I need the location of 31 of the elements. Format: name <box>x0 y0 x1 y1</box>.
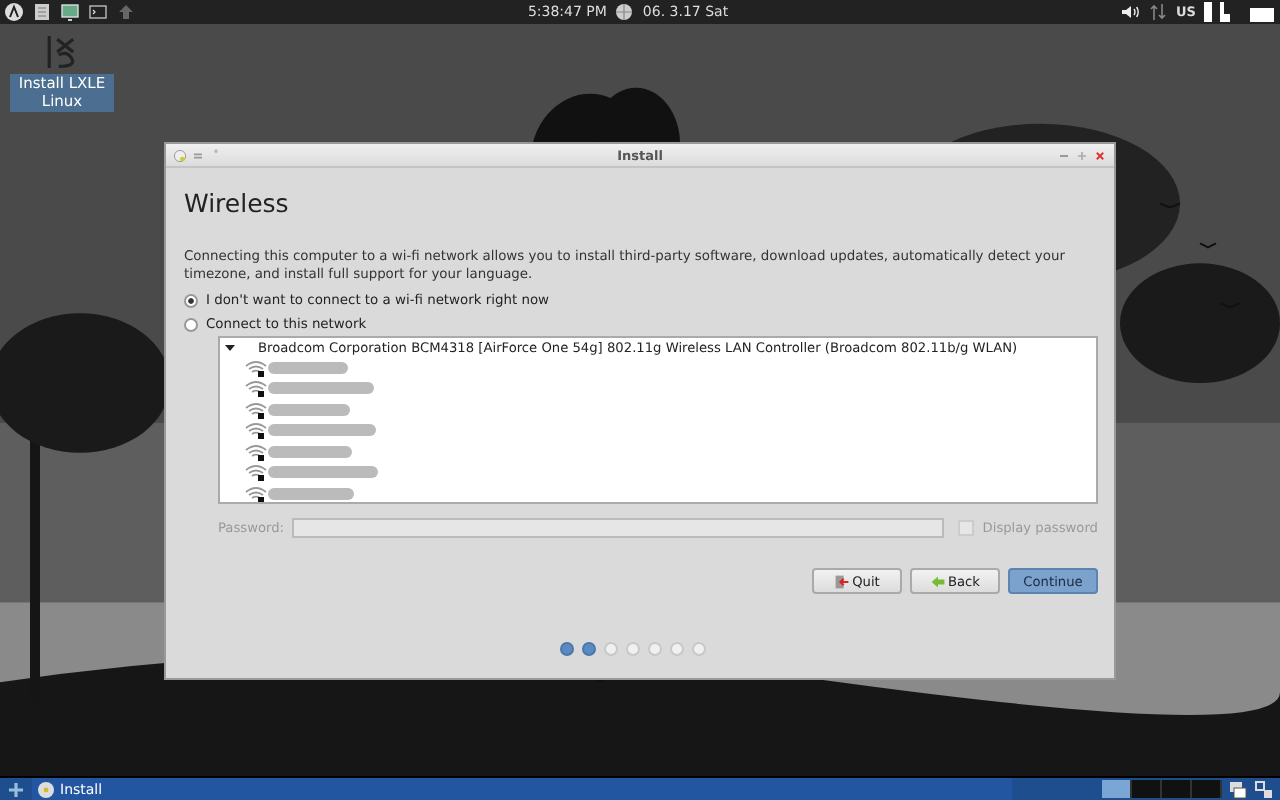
terminal-icon[interactable] <box>88 2 108 22</box>
disc-icon <box>36 779 56 799</box>
logo-icon[interactable] <box>4 2 24 22</box>
redacted-network-name[interactable] <box>268 403 350 416</box>
redacted-network-name[interactable] <box>268 424 376 437</box>
monitor-icon[interactable] <box>60 2 80 22</box>
back-arrow-icon <box>929 573 946 590</box>
radio-button[interactable] <box>184 317 198 332</box>
expander-down-icon[interactable] <box>224 341 236 354</box>
redacted-network-name[interactable] <box>268 466 378 479</box>
windows-icon[interactable] <box>1228 779 1248 799</box>
window-icon[interactable] <box>172 147 188 163</box>
redacted-network-name[interactable] <box>268 487 354 500</box>
workspace-pager[interactable] <box>1102 780 1222 798</box>
network-arrows-icon[interactable] <box>1148 2 1169 22</box>
close-icon[interactable] <box>1092 147 1108 163</box>
redacted-network-name[interactable] <box>268 382 374 395</box>
lxle-logo-icon <box>46 30 78 74</box>
tray-indicator-icon[interactable] <box>1203 2 1276 22</box>
redacted-network-name[interactable] <box>268 445 352 458</box>
redacted-network-name[interactable] <box>268 361 348 374</box>
globe-icon[interactable] <box>614 2 635 22</box>
maximize-icon[interactable] <box>1074 147 1090 163</box>
exit-icon <box>834 573 851 590</box>
plus-icon[interactable] <box>6 779 26 799</box>
up-arrow-icon[interactable] <box>116 2 136 22</box>
file-manager-icon[interactable] <box>32 2 52 22</box>
radio-button[interactable] <box>184 293 198 308</box>
desktop-switch-icon[interactable] <box>1254 779 1274 799</box>
page-heading: Wireless <box>184 188 291 218</box>
volume-icon[interactable] <box>1120 2 1141 22</box>
